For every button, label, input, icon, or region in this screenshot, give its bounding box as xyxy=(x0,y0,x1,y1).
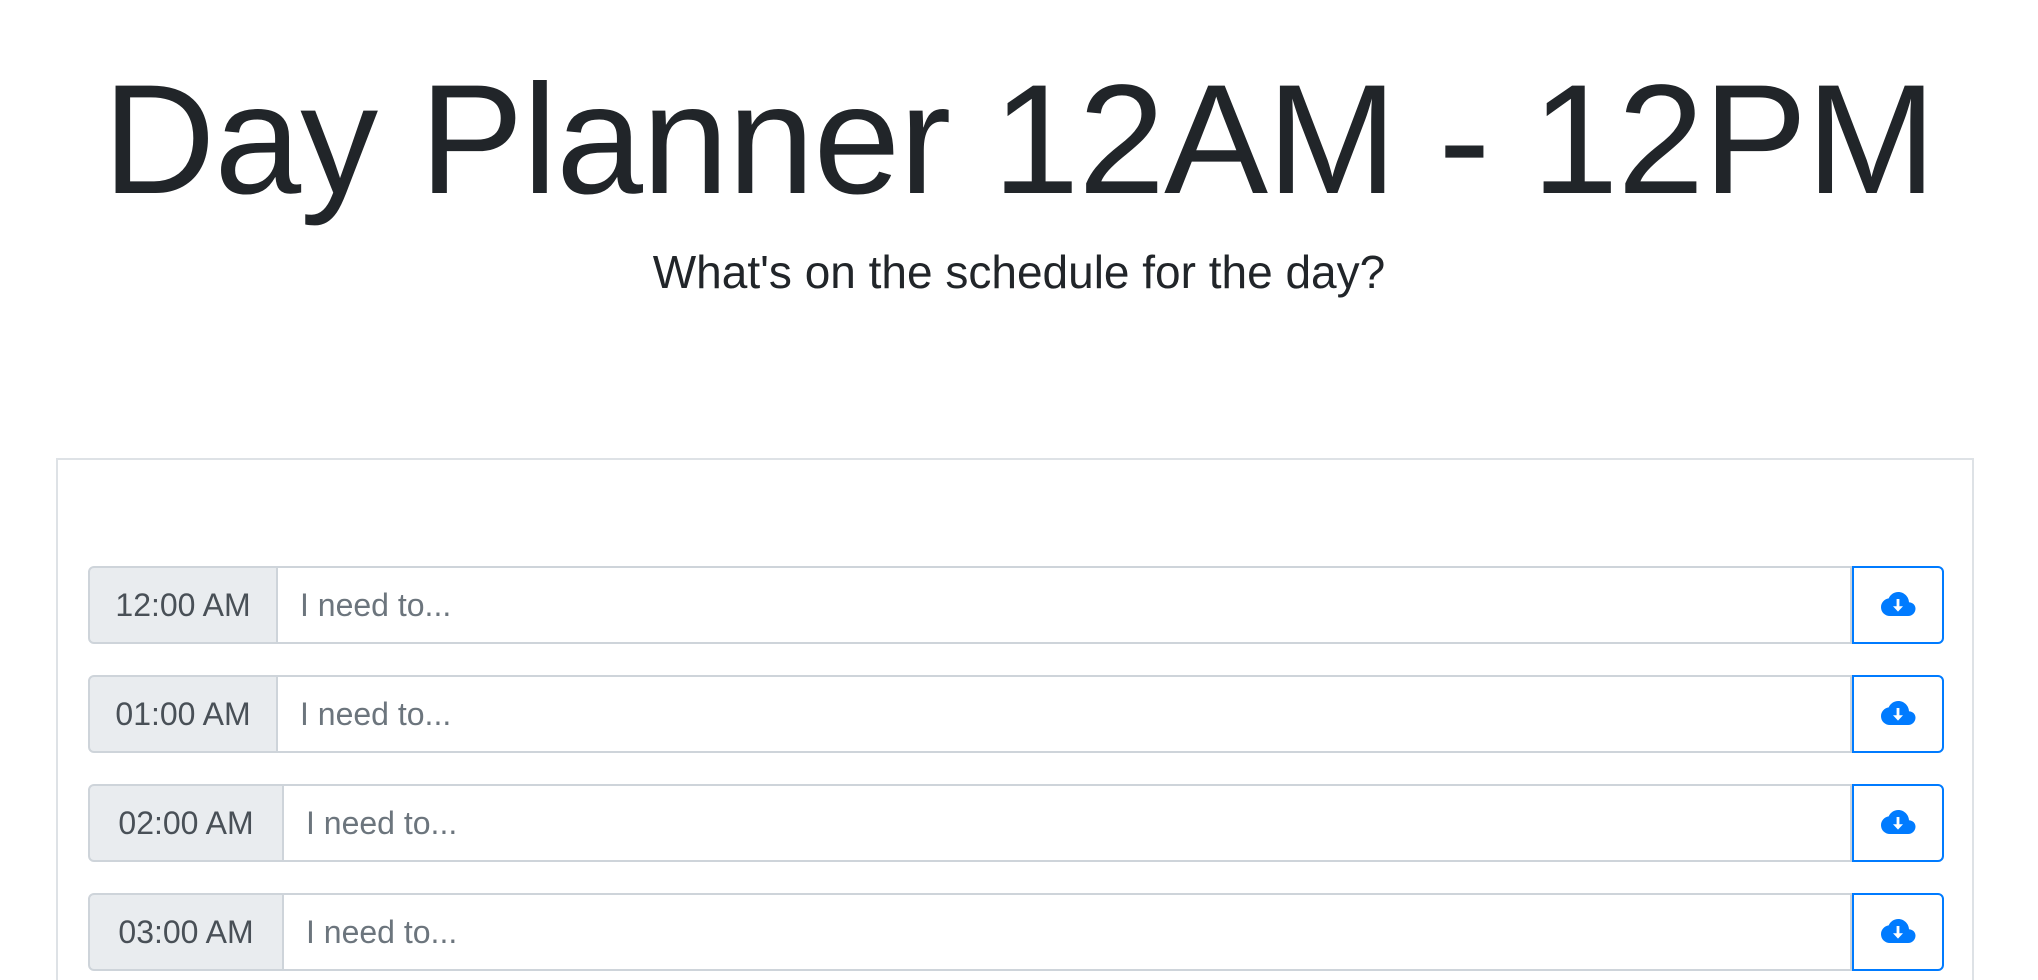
hour-label: 12:00 AM xyxy=(88,566,278,644)
time-block-row: 12:00 AM xyxy=(88,566,1944,644)
cloud-download-icon xyxy=(1881,701,1916,725)
hour-label: 02:00 AM xyxy=(88,784,284,862)
task-input[interactable] xyxy=(282,893,1852,971)
time-block-row: 02:00 AM xyxy=(88,784,1944,862)
save-button[interactable] xyxy=(1852,784,1944,862)
page-title: Day Planner 12AM - 12PM xyxy=(102,53,1936,227)
cloud-download-icon xyxy=(1881,919,1916,943)
hour-label: 03:00 AM xyxy=(88,893,284,971)
cloud-download-icon xyxy=(1881,810,1916,834)
task-input[interactable] xyxy=(276,566,1852,644)
save-button[interactable] xyxy=(1852,675,1944,753)
save-button[interactable] xyxy=(1852,566,1944,644)
hour-label: 01:00 AM xyxy=(88,675,278,753)
time-block-row: 01:00 AM xyxy=(88,675,1944,753)
page-subtitle: What's on the schedule for the day? xyxy=(652,246,1386,298)
task-input[interactable] xyxy=(276,675,1852,753)
page: Day Planner 12AM - 12PM What's on the sc… xyxy=(0,0,2038,980)
task-input[interactable] xyxy=(282,784,1852,862)
save-button[interactable] xyxy=(1852,893,1944,971)
time-block-row: 03:00 AM xyxy=(88,893,1944,971)
cloud-download-icon xyxy=(1881,592,1916,616)
